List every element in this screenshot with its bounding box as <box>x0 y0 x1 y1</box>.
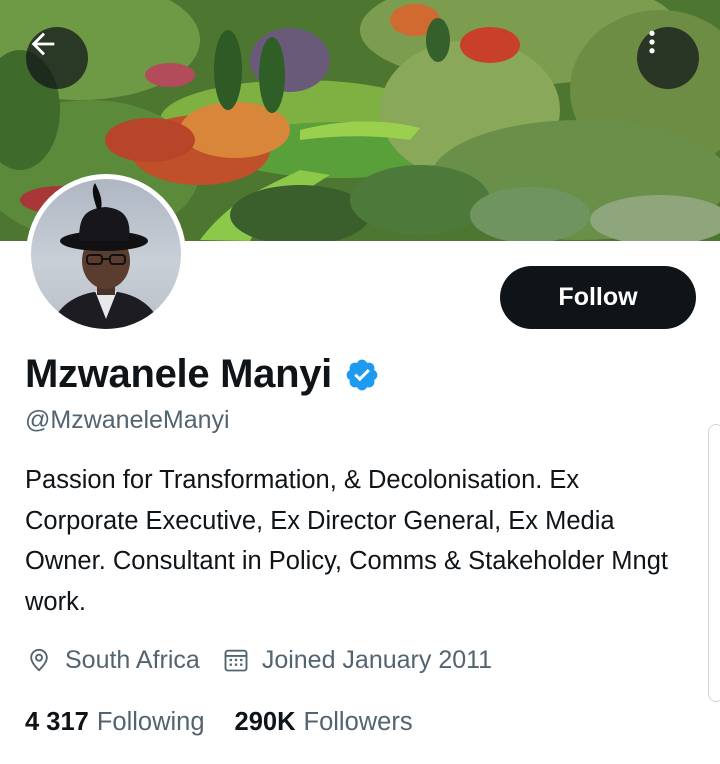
more-options-button[interactable] <box>637 27 699 89</box>
following-link[interactable]: 4 317 Following <box>25 708 205 737</box>
side-scroll-handle[interactable] <box>708 424 720 702</box>
back-button[interactable] <box>26 27 88 89</box>
profile-meta: South Africa Joined January 2011 <box>25 640 492 680</box>
verified-badge-icon <box>346 359 378 391</box>
profile-bio: Passion for Transformation, & Decolonisa… <box>25 466 668 616</box>
followers-link[interactable]: 290K Followers <box>235 708 413 737</box>
following-label: Following <box>96 707 205 736</box>
location-item: South Africa <box>25 646 200 675</box>
location-text: South Africa <box>65 645 200 674</box>
avatar-photo <box>31 179 181 329</box>
profile-handle: @MzwaneleManyi <box>25 406 230 434</box>
profile-avatar[interactable] <box>26 174 186 334</box>
follow-button[interactable]: Follow <box>500 266 696 329</box>
more-vertical-icon <box>649 30 655 54</box>
joined-text: Joined January 2011 <box>261 645 493 674</box>
display-name: Mzwanele Manyi <box>25 351 332 396</box>
followers-count: 290K <box>234 707 296 736</box>
profile-name-row: Mzwanele Manyi <box>25 348 380 400</box>
followers-label: Followers <box>303 707 413 736</box>
arrow-left-icon <box>31 32 55 56</box>
location-pin-icon <box>30 648 48 672</box>
joined-item: Joined January 2011 <box>222 646 492 675</box>
calendar-icon <box>224 649 248 672</box>
following-count: 4 317 <box>25 707 89 736</box>
profile-stats: 4 317 Following 290K Followers <box>25 702 413 742</box>
